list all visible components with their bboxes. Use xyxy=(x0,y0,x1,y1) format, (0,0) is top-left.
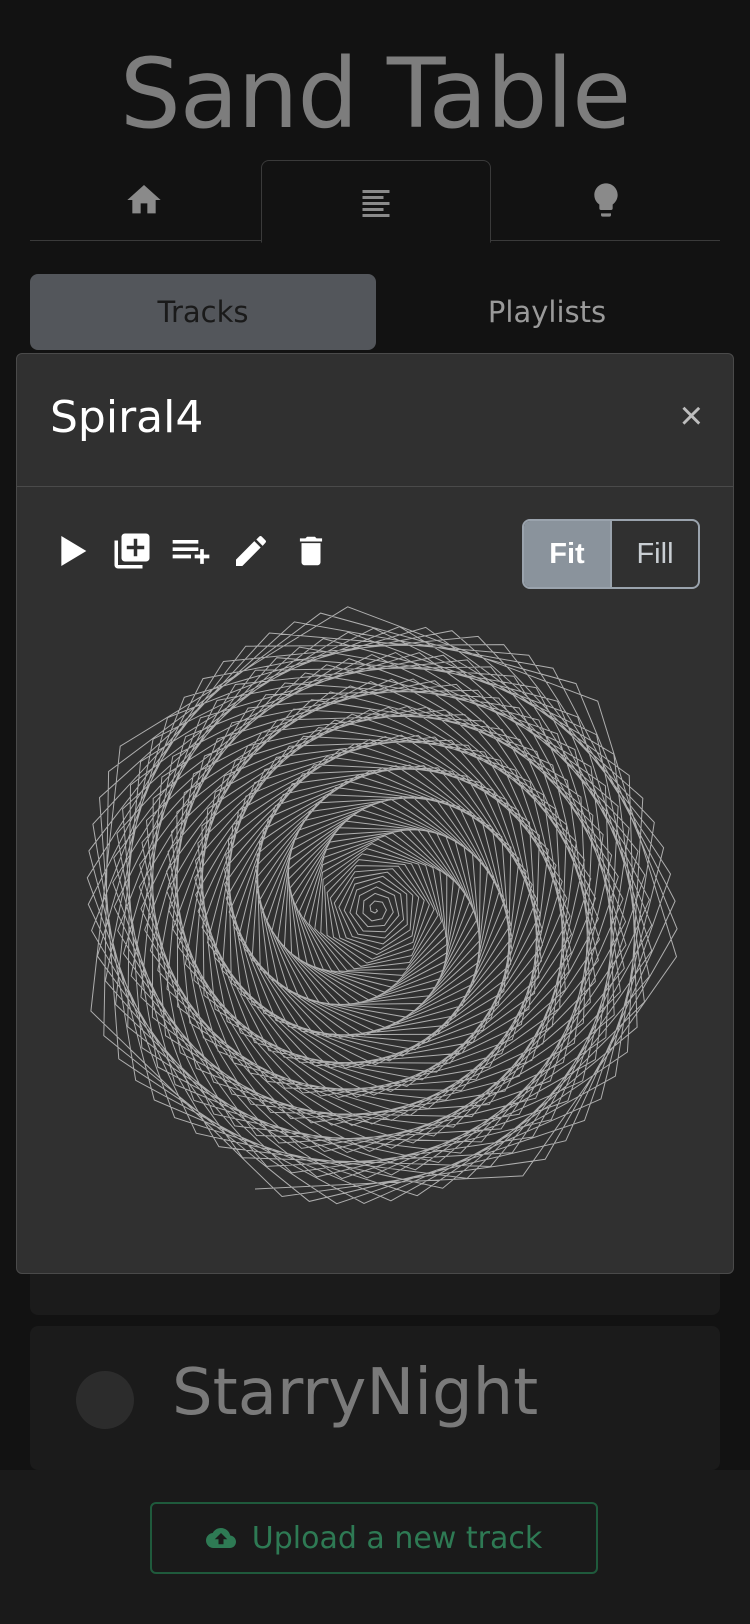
spiral-path xyxy=(86,606,678,1205)
nav-tab-tracks[interactable] xyxy=(261,160,491,243)
upload-label: Upload a new track xyxy=(251,1520,543,1556)
tab-tracks[interactable]: Tracks xyxy=(30,274,376,350)
track-preview xyxy=(86,606,678,1205)
home-icon xyxy=(127,185,161,214)
add-to-playlist-icon[interactable] xyxy=(169,529,213,573)
app-title: Sand Table xyxy=(119,38,631,150)
upload-track-button[interactable]: Upload a new track xyxy=(150,1502,598,1574)
track-thumbnail xyxy=(76,1371,134,1429)
cloud-upload-icon xyxy=(205,1528,236,1548)
modal-header: Spiral4 × xyxy=(17,354,733,487)
list-icon xyxy=(362,189,390,217)
delete-icon[interactable] xyxy=(289,529,333,573)
close-icon[interactable]: × xyxy=(680,394,703,439)
edit-icon[interactable] xyxy=(229,529,273,573)
play-icon[interactable] xyxy=(51,529,95,573)
fill-button[interactable]: Fill xyxy=(610,521,698,587)
nav-tab-ideas[interactable] xyxy=(492,160,720,240)
track-modal: Spiral4 × Fit Fill xyxy=(16,353,734,1274)
app-root: Sand Table Tracks Playlists StarryNight … xyxy=(0,0,750,1624)
tab-playlists[interactable]: Playlists xyxy=(374,274,720,350)
modal-title: Spiral4 xyxy=(50,392,204,443)
track-name: StarryNight xyxy=(172,1356,539,1430)
nav-tab-home[interactable] xyxy=(30,160,258,240)
fit-fill-toggle: Fit Fill xyxy=(522,519,700,589)
lightbulb-icon xyxy=(594,183,618,217)
track-card[interactable]: StarryNight xyxy=(30,1326,720,1470)
add-to-queue-icon[interactable] xyxy=(110,529,154,573)
fit-button[interactable]: Fit xyxy=(524,521,610,587)
